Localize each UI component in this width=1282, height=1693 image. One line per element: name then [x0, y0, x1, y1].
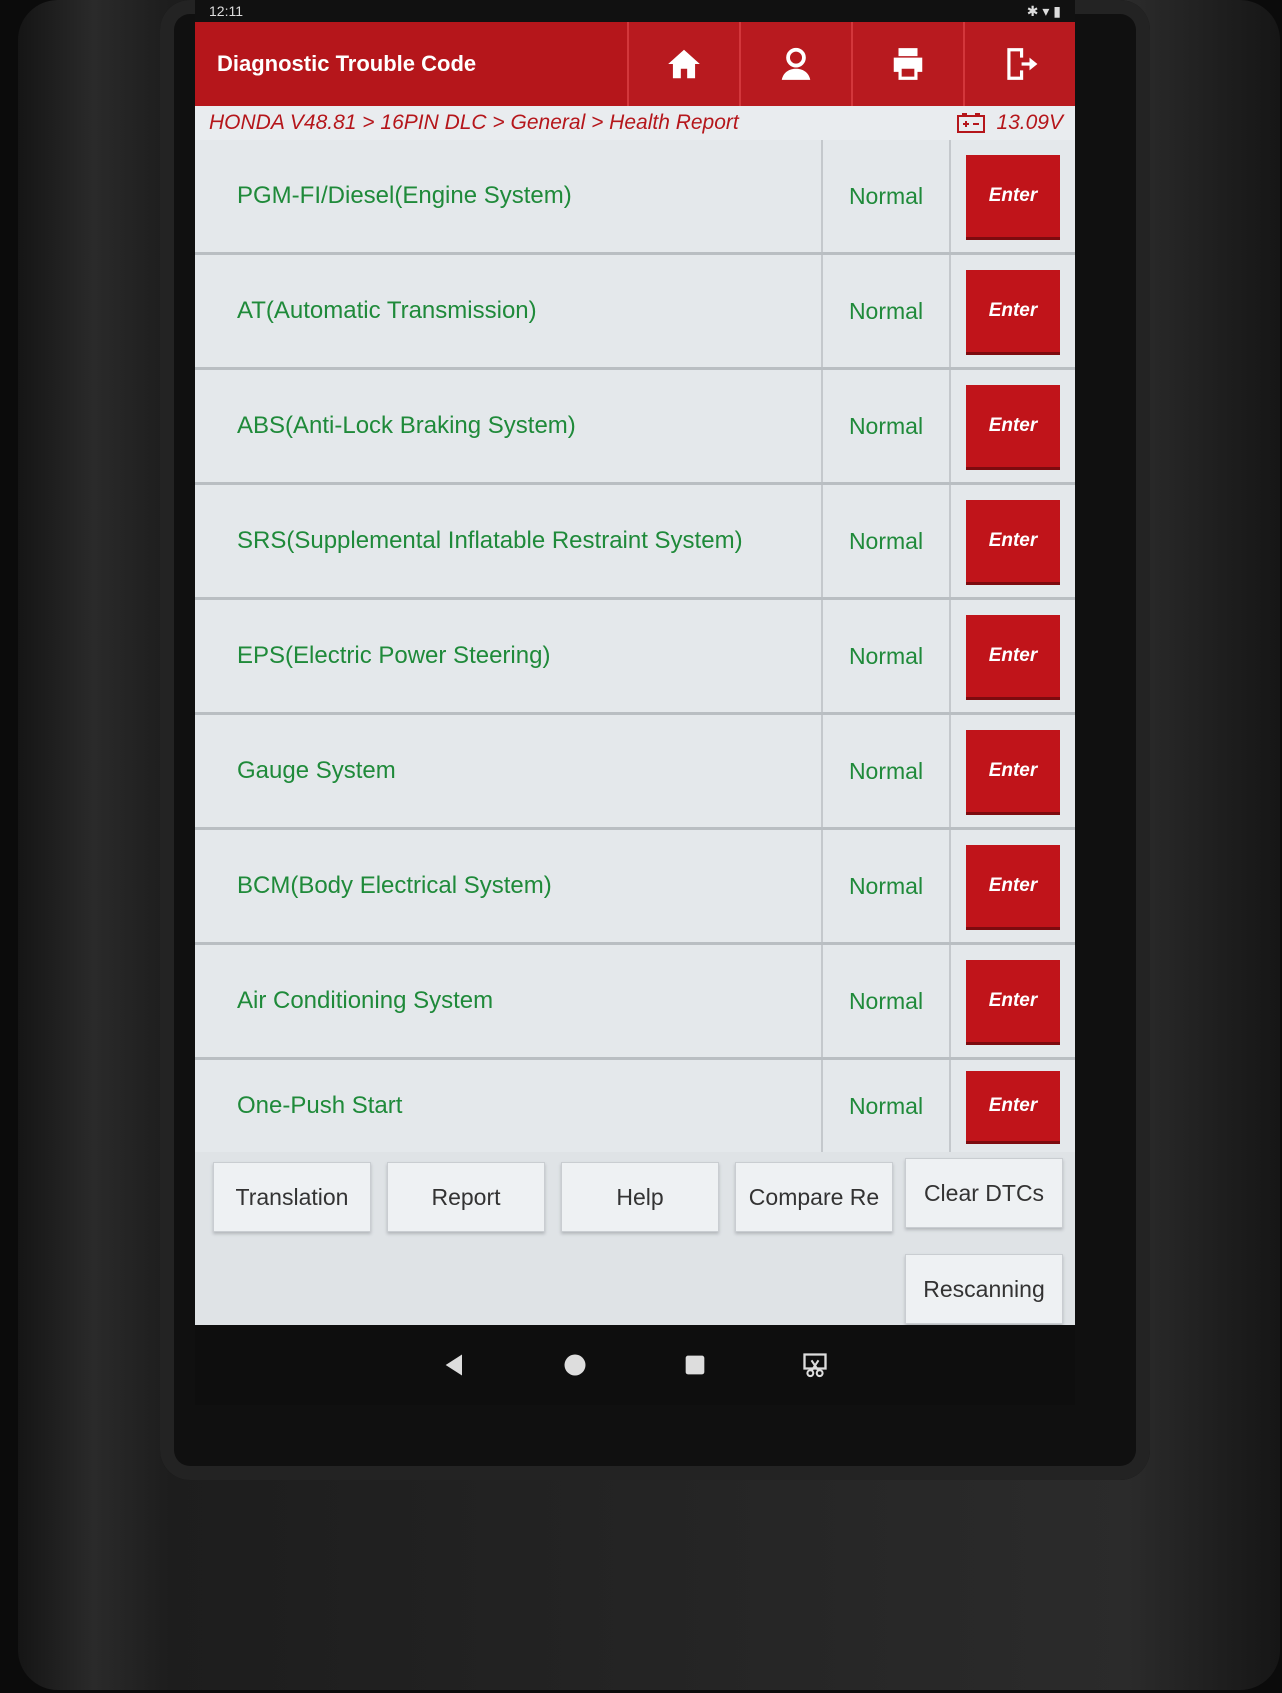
breadcrumb-bar: HONDA V48.81 > 16PIN DLC > General > Hea… [195, 106, 1075, 140]
enter-button[interactable]: Enter [966, 500, 1060, 582]
exit-button[interactable] [963, 22, 1075, 106]
system-name: Air Conditioning System [195, 945, 823, 1057]
printer-icon [893, 48, 923, 80]
table-row: Gauge System Normal Enter [195, 715, 1075, 830]
status-time: 12:11 [209, 3, 243, 19]
system-name: BCM(Body Electrical System) [195, 830, 823, 942]
table-row: One-Push Start Normal Enter [195, 1060, 1075, 1152]
table-row: ABS(Anti-Lock Braking System) Normal Ent… [195, 370, 1075, 485]
enter-button[interactable]: Enter [966, 730, 1060, 812]
enter-button[interactable]: Enter [966, 385, 1060, 467]
page-title: Diagnostic Trouble Code [217, 51, 477, 76]
status-icons: ✱ ▾ ▮ [1026, 2, 1061, 19]
enter-button[interactable]: Enter [966, 845, 1060, 927]
rescanning-button[interactable]: Rescanning [905, 1254, 1063, 1324]
enter-button[interactable]: Enter [966, 960, 1060, 1042]
back-icon[interactable] [441, 1351, 469, 1379]
app-header: Diagnostic Trouble Code [195, 22, 1075, 106]
system-name: ABS(Anti-Lock Braking System) [195, 370, 823, 482]
system-status: Normal [823, 945, 951, 1057]
report-button[interactable]: Report [387, 1162, 545, 1232]
bottom-toolbar: Translation Report Help Compare Re Clear… [195, 1152, 1075, 1325]
home-circle-icon[interactable] [561, 1351, 589, 1379]
print-button[interactable] [851, 22, 963, 106]
clear-dtcs-button[interactable]: Clear DTCs [905, 1158, 1063, 1228]
screenshot-icon[interactable] [801, 1351, 829, 1379]
system-status: Normal [823, 370, 951, 482]
android-nav-bar [195, 1325, 1075, 1405]
table-row: BCM(Body Electrical System) Normal Enter [195, 830, 1075, 945]
enter-button[interactable]: Enter [966, 155, 1060, 237]
android-status-bar: 12:11 ✱ ▾ ▮ [195, 0, 1075, 22]
enter-button[interactable]: Enter [966, 1071, 1060, 1141]
system-status: Normal [823, 830, 951, 942]
enter-button[interactable]: Enter [966, 615, 1060, 697]
table-row: PGM-FI/Diesel(Engine System) Normal Ente… [195, 140, 1075, 255]
battery-icon [957, 113, 986, 133]
home-icon [668, 49, 700, 79]
home-button[interactable] [627, 22, 739, 106]
system-status: Normal [823, 600, 951, 712]
table-row: Air Conditioning System Normal Enter [195, 945, 1075, 1060]
system-name: PGM-FI/Diesel(Engine System) [195, 140, 823, 252]
help-button[interactable]: Help [561, 1162, 719, 1232]
battery-voltage: 13.09V [956, 111, 1063, 135]
system-status: Normal [823, 255, 951, 367]
user-button[interactable] [739, 22, 851, 106]
exit-icon [1007, 48, 1038, 80]
compare-report-button[interactable]: Compare Re [735, 1162, 893, 1232]
system-name: Gauge System [195, 715, 823, 827]
table-row: AT(Automatic Transmission) Normal Enter [195, 255, 1075, 370]
enter-button[interactable]: Enter [966, 270, 1060, 352]
system-status: Normal [823, 1060, 951, 1152]
system-name: EPS(Electric Power Steering) [195, 600, 823, 712]
breadcrumb: HONDA V48.81 > 16PIN DLC > General > Hea… [209, 111, 739, 134]
device-screen: 12:11 ✱ ▾ ▮ Diagnostic Trouble Code HOND… [195, 0, 1075, 1325]
user-icon [781, 47, 811, 80]
system-status: Normal [823, 485, 951, 597]
system-name: One-Push Start [195, 1060, 823, 1152]
translation-button[interactable]: Translation [213, 1162, 371, 1232]
table-row: EPS(Electric Power Steering) Normal Ente… [195, 600, 1075, 715]
voltage-value: 13.09V [996, 111, 1063, 134]
system-status: Normal [823, 140, 951, 252]
table-row: SRS(Supplemental Inflatable Restraint Sy… [195, 485, 1075, 600]
system-status: Normal [823, 715, 951, 827]
system-name: AT(Automatic Transmission) [195, 255, 823, 367]
recents-icon[interactable] [681, 1351, 709, 1379]
system-list: PGM-FI/Diesel(Engine System) Normal Ente… [195, 140, 1075, 1152]
system-name: SRS(Supplemental Inflatable Restraint Sy… [195, 485, 823, 597]
